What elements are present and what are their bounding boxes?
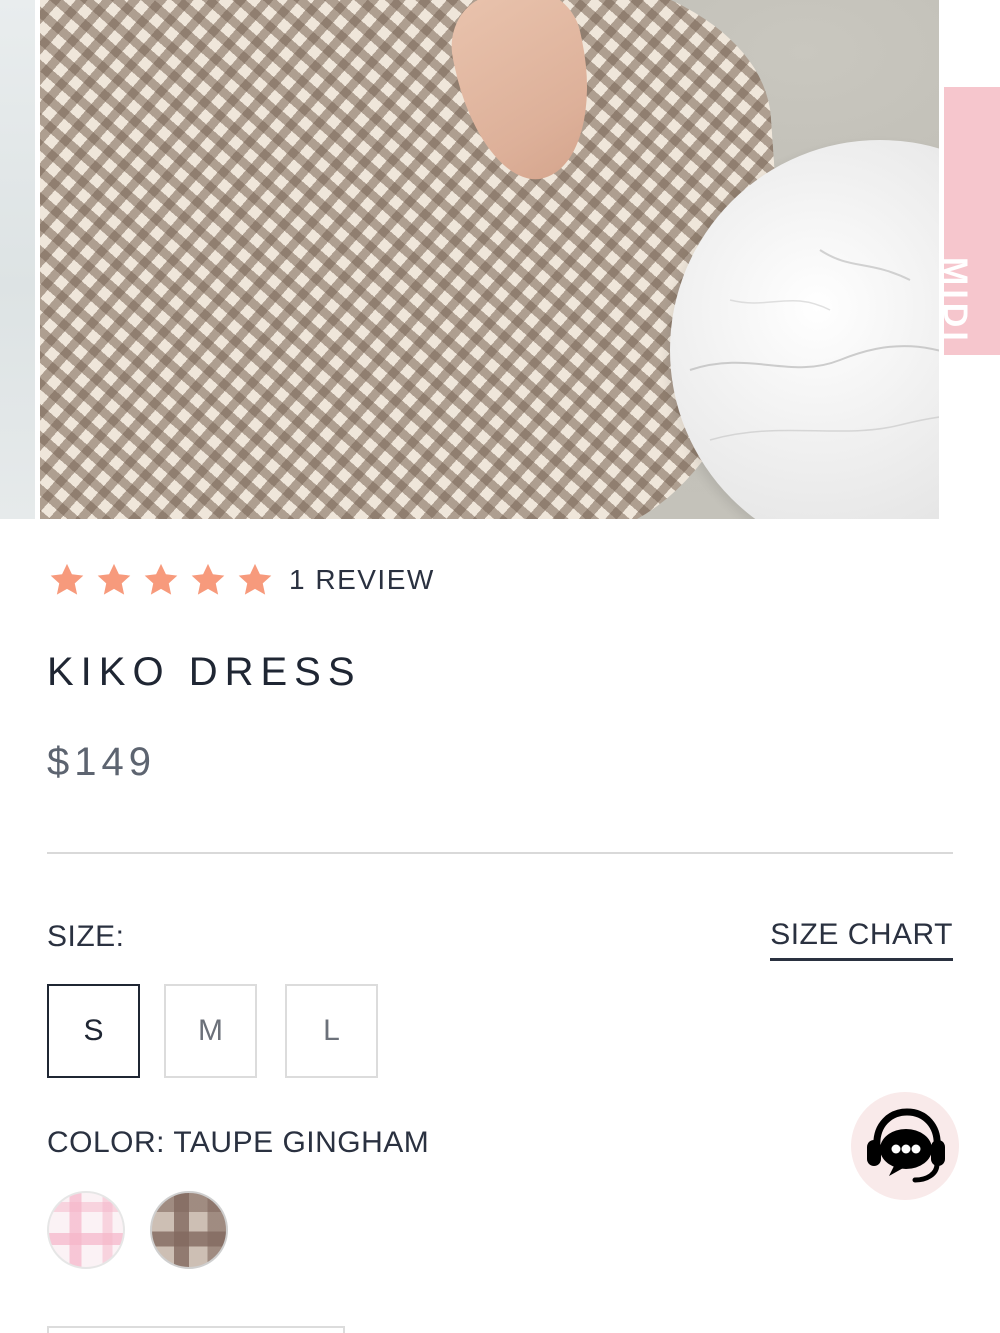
color-label: COLOR: TAUPE GINGHAM xyxy=(47,1126,430,1159)
product-rating[interactable]: 1 REVIEW xyxy=(48,560,435,600)
size-option-l[interactable]: L xyxy=(285,984,378,1078)
next-slide-image[interactable]: MIDI xyxy=(944,87,1000,355)
support-chat-icon xyxy=(855,1094,955,1199)
main-product-image[interactable] xyxy=(40,0,939,519)
star-icon xyxy=(48,561,86,599)
quantity-selector[interactable] xyxy=(47,1326,345,1333)
color-swatch-pink-gingham[interactable] xyxy=(47,1191,125,1269)
star-icon xyxy=(236,561,274,599)
size-option-s[interactable]: S xyxy=(47,984,140,1078)
product-image-gallery[interactable]: MIDI xyxy=(0,0,1000,519)
product-page: MIDI 1 REVIEW KIKO DRESS $149 SIZE: SIZE… xyxy=(0,0,1000,1333)
next-slide-label: MIDI xyxy=(944,257,974,345)
marble-table-image xyxy=(670,140,939,519)
star-icon xyxy=(95,561,133,599)
star-icon xyxy=(189,561,227,599)
product-title: KIKO DRESS xyxy=(47,650,362,694)
star-icon xyxy=(142,561,180,599)
size-option-m[interactable]: M xyxy=(164,984,257,1078)
divider xyxy=(47,852,953,854)
previous-slide-image[interactable] xyxy=(0,0,35,519)
size-label: SIZE: xyxy=(47,920,125,953)
size-chart-link[interactable]: SIZE CHART xyxy=(770,918,953,961)
support-chat-button[interactable] xyxy=(851,1092,959,1200)
review-count-link[interactable]: 1 REVIEW xyxy=(289,564,435,596)
product-price: $149 xyxy=(47,740,156,784)
color-swatch-taupe-gingham[interactable] xyxy=(150,1191,228,1269)
